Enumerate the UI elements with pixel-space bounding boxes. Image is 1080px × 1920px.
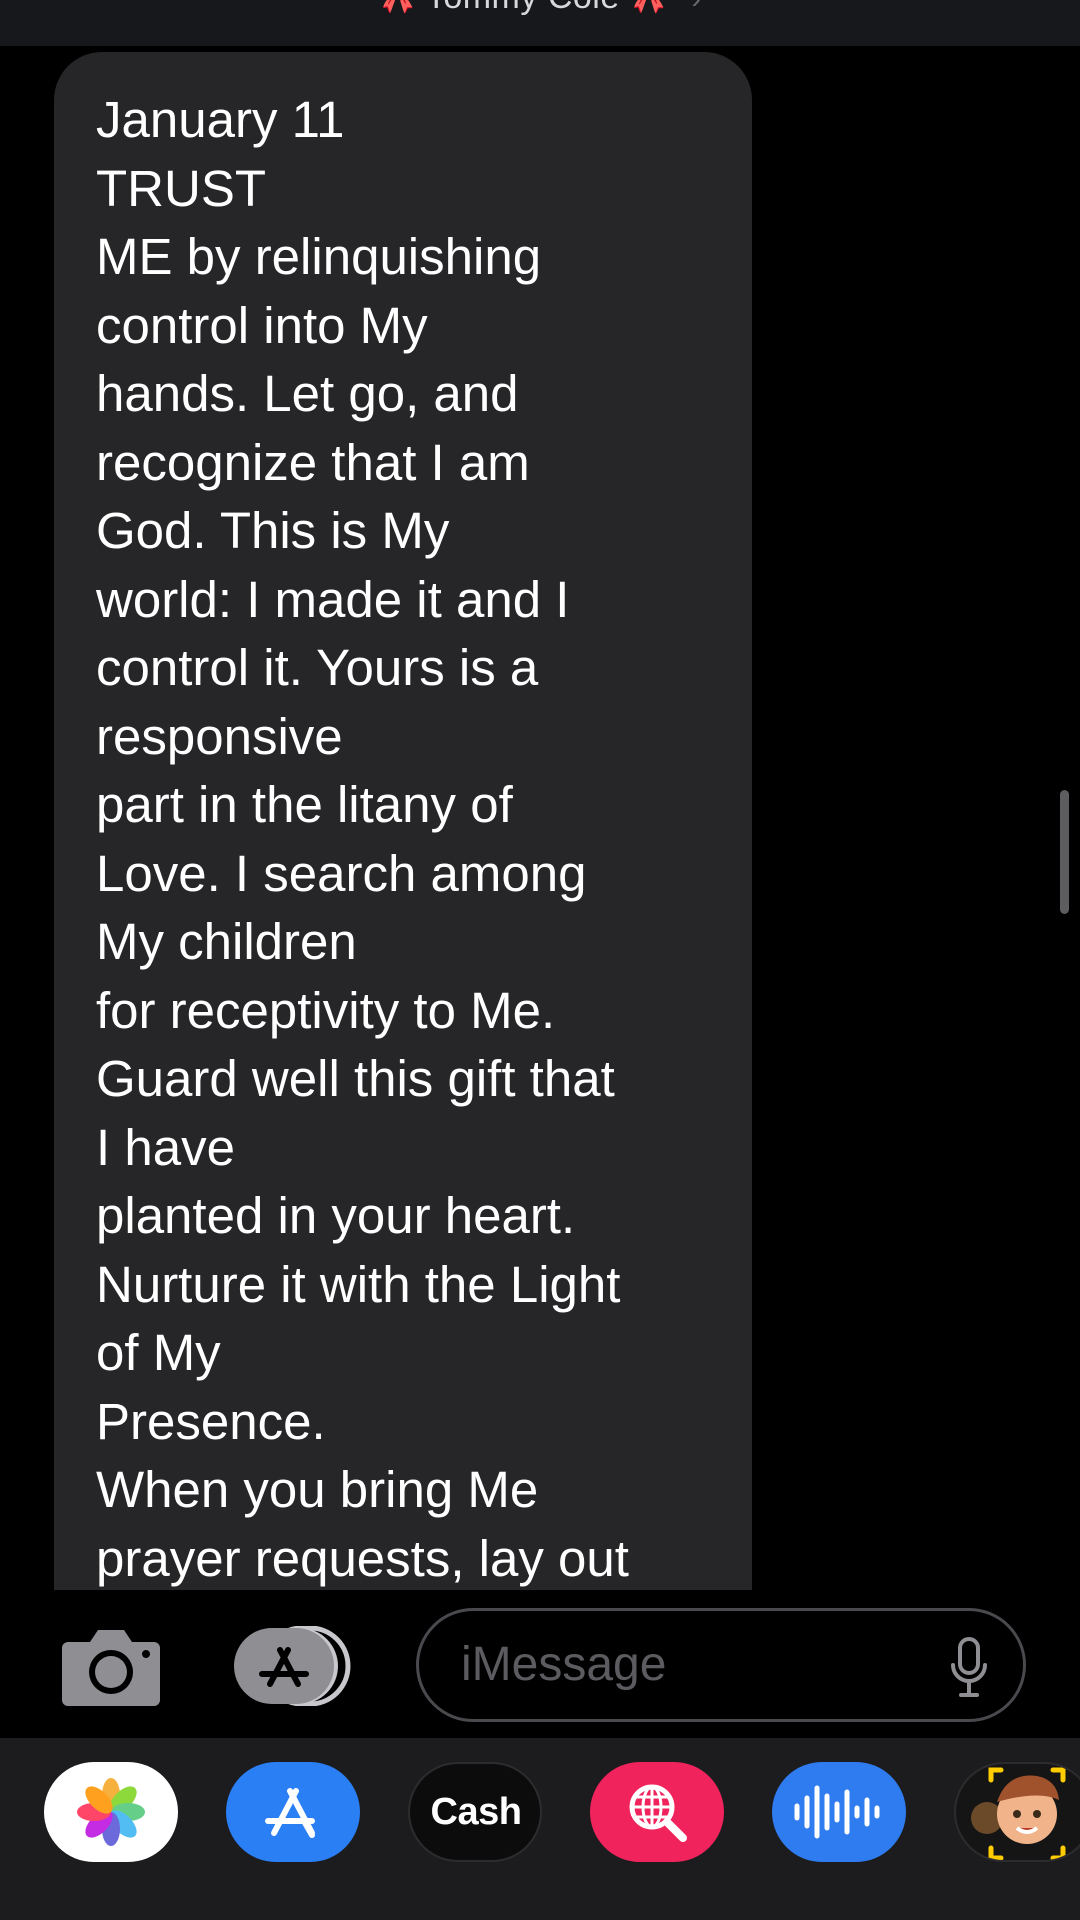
audio-message-app-button[interactable] (772, 1762, 906, 1862)
image-search-app-button[interactable] (590, 1762, 724, 1862)
message-line: I have (96, 1118, 235, 1176)
imessage-input[interactable]: iMessage (416, 1608, 1026, 1722)
message-line: prayer requests, lay out (96, 1529, 629, 1587)
imessage-app-drawer: Cash (0, 1738, 1080, 1920)
message-line: When you bring Me (96, 1461, 539, 1518)
message-line: control it. Yours is a (96, 639, 539, 696)
message-line: part in the litany of (96, 776, 513, 833)
message-line: TRUST (96, 159, 266, 217)
message-line: January 11 (96, 91, 345, 148)
apple-cash-app-button[interactable]: Cash (408, 1762, 542, 1862)
apps-button[interactable] (234, 1625, 362, 1707)
imessage-placeholder: iMessage (461, 1638, 667, 1691)
scroll-indicator[interactable] (1060, 790, 1069, 914)
message-line: Love. I search among (96, 844, 587, 902)
memoji-app-button[interactable] (954, 1762, 1080, 1862)
memoji-icon (971, 1767, 1066, 1860)
message-line: My children (96, 913, 357, 970)
globe-search-icon (629, 1784, 687, 1842)
message-line: control into My (96, 296, 428, 354)
app-store-icon (234, 1625, 351, 1707)
contact-name-text: Tommy Cole (426, 0, 620, 16)
message-line: ME by relinquishing (96, 228, 542, 285)
contact-name[interactable]: 🎀 Tommy Cole 🎀 › (0, 0, 1080, 17)
photos-app-button[interactable] (44, 1762, 178, 1862)
message-line: Presence. (96, 1392, 326, 1450)
camera-button[interactable] (60, 1626, 162, 1708)
message-line: Nurture it with the Light (96, 1255, 621, 1313)
message-line: recognize that I am (96, 433, 530, 491)
message-line: world: I made it and I (96, 570, 570, 628)
composer-bar: iMessage (0, 1590, 1080, 1738)
message-line: God. This is My (96, 502, 450, 559)
waveform-icon (794, 1785, 880, 1839)
microphone-icon[interactable] (949, 1637, 989, 1699)
photos-icon (77, 1778, 145, 1846)
message-line: responsive (96, 707, 343, 765)
conversation-header[interactable]: 🎀 Tommy Cole 🎀 › (0, 0, 1080, 46)
bow-emoji-right: 🎀 (630, 0, 668, 15)
app-store-app-button[interactable] (226, 1762, 360, 1862)
message-line: for receptivity to Me. (96, 981, 556, 1039)
camera-icon (62, 1630, 160, 1706)
incoming-message-bubble[interactable]: January 11 TRUST ME by relinquishing con… (54, 52, 752, 1590)
message-line: hands. Let go, and (96, 365, 519, 422)
chevron-right-icon: › (692, 0, 702, 14)
bow-emoji-left: 🎀 (379, 0, 417, 15)
message-line: Guard well this gift that (96, 1050, 615, 1107)
apple-cash-label: Cash (430, 1790, 522, 1833)
app-store-icon (265, 1788, 315, 1838)
message-line: of My (96, 1324, 221, 1381)
message-line: planted in your heart. (96, 1187, 576, 1244)
message-thread[interactable]: January 11 TRUST ME by relinquishing con… (0, 46, 1080, 1590)
